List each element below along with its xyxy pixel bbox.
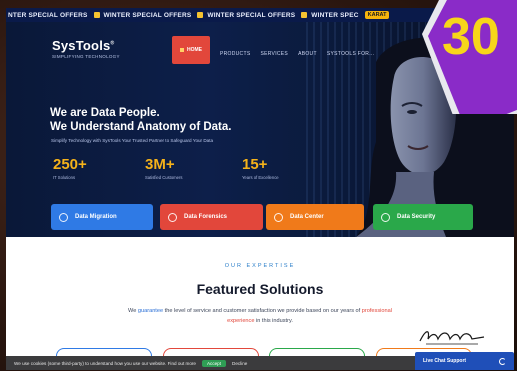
logo-tagline: SIMPLIFYING TECHNOLOGY [52, 54, 120, 59]
stat-years: 15+ Years of Excellence [242, 156, 279, 180]
featured-solutions-section: OUR EXPERTISE Featured Solutions We guar… [6, 237, 514, 370]
data-security-button[interactable]: Data Security [373, 204, 473, 230]
data-center-button[interactable]: Data Center [266, 204, 364, 230]
nav-home[interactable]: HOME [172, 36, 210, 64]
shield-icon [381, 212, 390, 222]
badge-text: 30 [442, 8, 500, 66]
data-forensics-button[interactable]: Data Forensics [160, 204, 263, 230]
section-eyebrow: OUR EXPERTISE [224, 263, 296, 269]
migration-icon [59, 212, 68, 222]
discount-badge: 30 [422, 0, 517, 114]
gift-icon [301, 12, 308, 18]
promo-item[interactable]: WINTER SPEC [301, 12, 358, 19]
promo-item[interactable]: WINTER SPECIAL OFFERS [93, 12, 192, 19]
main-nav: HOME PRODUCTS SERVICES ABOUT SYSTOOLS FO… [172, 36, 374, 64]
stat-customers: 3M+ Satisfied Customers [145, 156, 183, 180]
section-title: Featured Solutions [196, 281, 324, 297]
cookie-accept-button[interactable]: Accept [201, 359, 227, 367]
hero-title: We are Data People. We Understand Anatom… [50, 107, 232, 133]
hero-subtitle: Simplify Technology with SysTools Your T… [51, 138, 214, 143]
promo-item[interactable]: WINTER SPECIAL OFFERS [197, 12, 295, 19]
signature-image [419, 331, 485, 345]
stat-solutions: 250+ IT Solutions [53, 156, 87, 180]
nav-systools-for[interactable]: SYSTOOLS FOR... [327, 51, 374, 57]
promo-item[interactable]: NTER SPECIAL OFFERS [8, 12, 88, 19]
nav-services[interactable]: SERVICES [260, 51, 288, 57]
data-migration-button[interactable]: Data Migration [51, 204, 153, 230]
server-icon [274, 212, 283, 222]
section-description: We guarantee the level of service and cu… [128, 308, 392, 324]
gift-icon [93, 12, 100, 18]
cookie-text: We use cookies (some third-party) to und… [14, 360, 196, 366]
promo-badge[interactable]: KARAT [364, 11, 390, 19]
nav-products[interactable]: PRODUCTS [220, 51, 250, 57]
cookie-decline-button[interactable]: Decline [232, 361, 247, 366]
live-chat-support-button[interactable]: Live Chat Support [415, 352, 514, 370]
systools-logo[interactable]: SysTools® SIMPLIFYING TECHNOLOGY [52, 38, 120, 59]
nav-about[interactable]: ABOUT [298, 51, 317, 57]
gift-icon [197, 12, 204, 18]
chat-icon [499, 357, 506, 365]
magnifier-icon [168, 212, 177, 222]
home-icon [180, 48, 184, 52]
